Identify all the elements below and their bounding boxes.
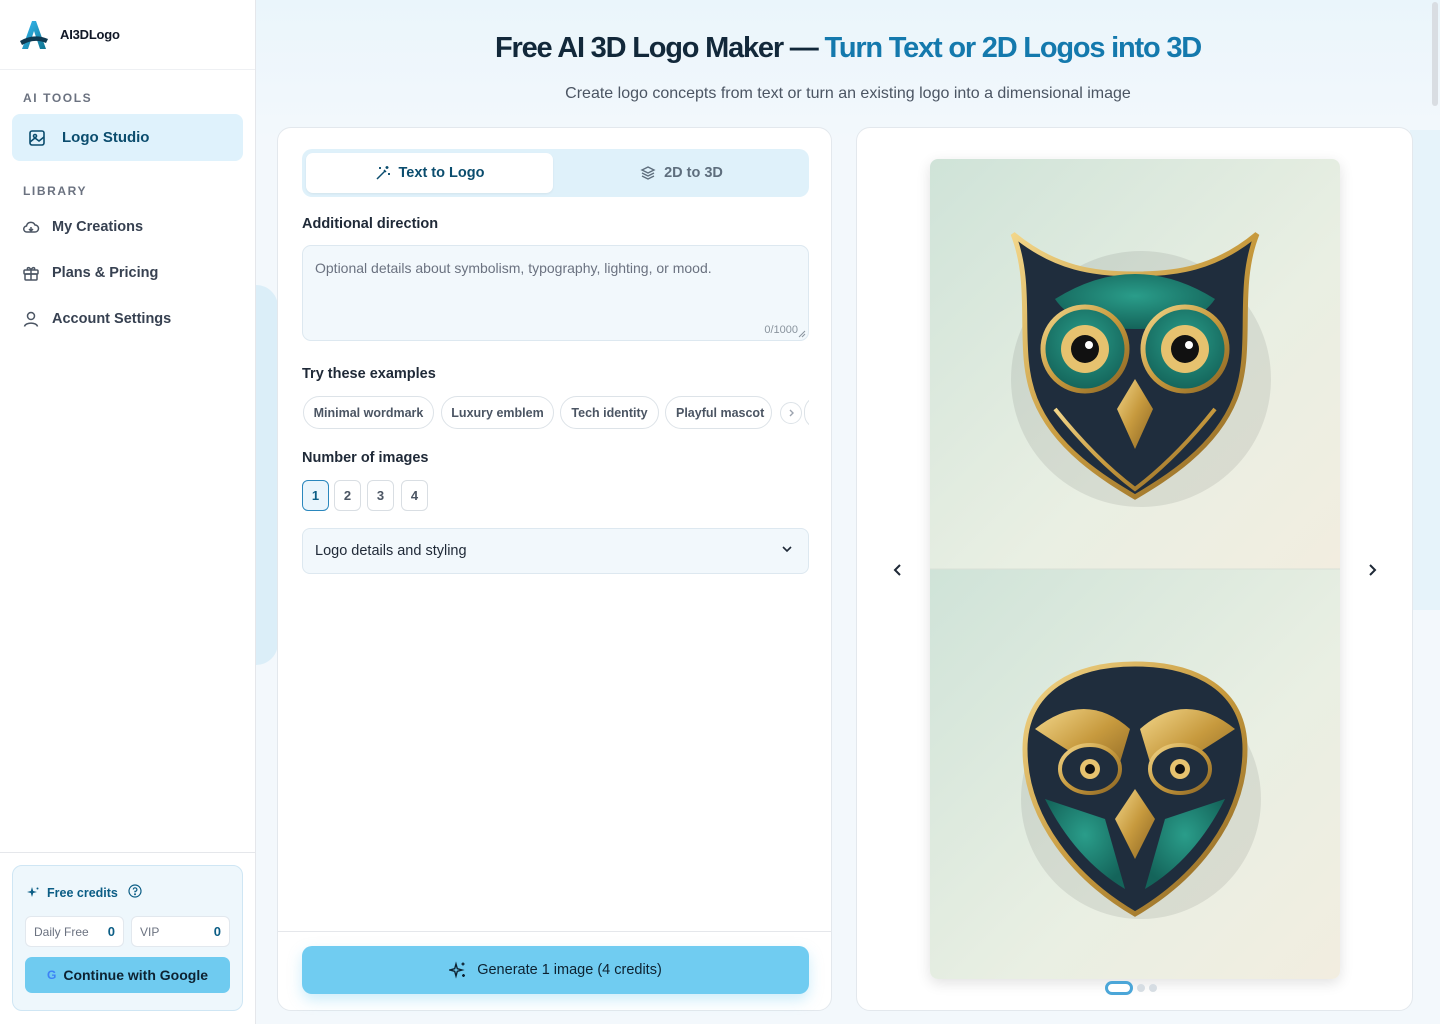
example-chip[interactable]: Playful mascot — [665, 396, 772, 429]
previous-slide-button[interactable] — [886, 558, 910, 582]
tab-2d-to-3d[interactable]: 2D to 3D — [558, 153, 805, 193]
generate-button[interactable]: Generate 1 image (4 credits) — [302, 946, 809, 994]
decorative-glow-right — [1410, 130, 1440, 610]
vip-value: 0 — [213, 924, 221, 939]
generate-button-label: Generate 1 image (4 credits) — [477, 962, 662, 978]
vip-credits: VIP 0 — [131, 916, 230, 947]
count-option-3[interactable]: 3 — [367, 480, 394, 511]
preview-panel — [856, 127, 1413, 1011]
count-label: Number of images — [302, 450, 429, 466]
examples-list: Minimal wordmark Luxury emblem Tech iden… — [302, 396, 809, 430]
page-title-main: Free AI 3D Logo Maker — — [494, 32, 825, 64]
sidebar-item-account-settings[interactable]: Account Settings — [22, 310, 171, 328]
example-chip-partial[interactable] — [804, 396, 809, 429]
magic-wand-icon — [375, 165, 391, 181]
mode-tabs: Text to Logo 2D to 3D — [302, 149, 809, 197]
generator-form-panel: Text to Logo 2D to 3D Additional directi… — [277, 127, 832, 1011]
example-chip[interactable]: Tech identity — [560, 396, 659, 429]
tab-label: 2D to 3D — [664, 165, 723, 181]
sidebar-item-my-creations[interactable]: My Creations — [22, 218, 143, 236]
chevron-down-icon — [780, 542, 794, 560]
carousel-dot[interactable] — [1149, 984, 1157, 992]
page-title: Free AI 3D Logo Maker — Turn Text or 2D … — [256, 32, 1440, 65]
chevron-right-icon[interactable] — [780, 402, 802, 424]
carousel-dots — [1105, 981, 1157, 995]
sidebar-item-label: My Creations — [52, 219, 144, 235]
direction-label: Additional direction — [302, 216, 439, 232]
credits-card: Free credits Daily Free 0 VIP 0 G Contin… — [12, 865, 243, 1011]
carousel-dot[interactable] — [1137, 984, 1145, 992]
brand-logo-icon — [20, 20, 48, 49]
tab-text-to-logo[interactable]: Text to Logo — [306, 153, 553, 193]
footer-divider — [278, 931, 831, 932]
example-chip[interactable]: Minimal wordmark — [303, 396, 434, 429]
brand-name: AI3DLogo — [60, 27, 120, 42]
sidebar-item-label: Plans & Pricing — [52, 265, 159, 281]
logo-details-accordion[interactable]: Logo details and styling — [302, 528, 809, 574]
layers-icon — [640, 165, 656, 181]
count-option-1[interactable]: 1 — [302, 480, 329, 511]
resize-handle-icon[interactable] — [798, 330, 806, 338]
sidebar-item-label: Account Settings — [52, 311, 172, 327]
sparkles-icon — [449, 961, 467, 979]
count-option-2[interactable]: 2 — [334, 480, 361, 511]
google-button-label: Continue with Google — [63, 967, 208, 983]
vip-label: VIP — [140, 924, 160, 939]
example-chip[interactable]: Luxury emblem — [441, 396, 554, 429]
image-icon — [28, 129, 46, 147]
tab-label: Text to Logo — [398, 165, 485, 181]
accordion-label: Logo details and styling — [315, 543, 467, 559]
chevron-left-icon — [893, 564, 901, 576]
gift-icon — [22, 264, 40, 282]
page-subtitle: Create logo concepts from text or turn a… — [565, 85, 1131, 102]
daily-free-value: 0 — [107, 924, 115, 939]
header-background — [256, 0, 1440, 140]
sidebar: AI3DLogo AI TOOLS Logo Studio LIBRARY My… — [0, 0, 256, 1024]
decorative-glow-left — [256, 285, 278, 665]
preview-image[interactable] — [930, 159, 1340, 979]
sidebar-item-plans-pricing[interactable]: Plans & Pricing — [22, 264, 158, 282]
cloud-icon — [22, 218, 40, 236]
next-slide-button[interactable] — [1360, 558, 1384, 582]
section-label-library: LIBRARY — [23, 184, 88, 198]
daily-free-credits: Daily Free 0 — [25, 916, 124, 947]
sparkle-icon — [26, 886, 40, 900]
sidebar-item-logo-studio[interactable]: Logo Studio — [12, 114, 243, 161]
count-option-4[interactable]: 4 — [401, 480, 428, 511]
owl-logo-image — [930, 159, 1340, 979]
page-title-accent: Turn Text or 2D Logos into 3D — [824, 32, 1202, 64]
user-icon — [22, 310, 40, 328]
brand[interactable]: AI3DLogo — [0, 0, 255, 70]
character-counter: 0/1000 — [764, 324, 798, 336]
sidebar-divider — [0, 852, 255, 853]
credits-title: Free credits — [26, 884, 142, 901]
help-icon[interactable] — [128, 884, 142, 901]
direction-placeholder: Optional details about symbolism, typogr… — [315, 260, 712, 276]
chevron-right-icon — [1369, 564, 1377, 576]
daily-free-label: Daily Free — [34, 924, 89, 939]
credits-title-label: Free credits — [47, 885, 118, 900]
direction-textarea[interactable]: Optional details about symbolism, typogr… — [302, 245, 809, 341]
section-label-ai-tools: AI TOOLS — [23, 91, 93, 105]
sidebar-item-label: Logo Studio — [62, 129, 150, 146]
carousel-dot-active[interactable] — [1105, 981, 1133, 995]
google-icon: G — [47, 968, 57, 982]
examples-label: Try these examples — [302, 366, 436, 382]
continue-with-google-button[interactable]: G Continue with Google — [25, 957, 230, 993]
